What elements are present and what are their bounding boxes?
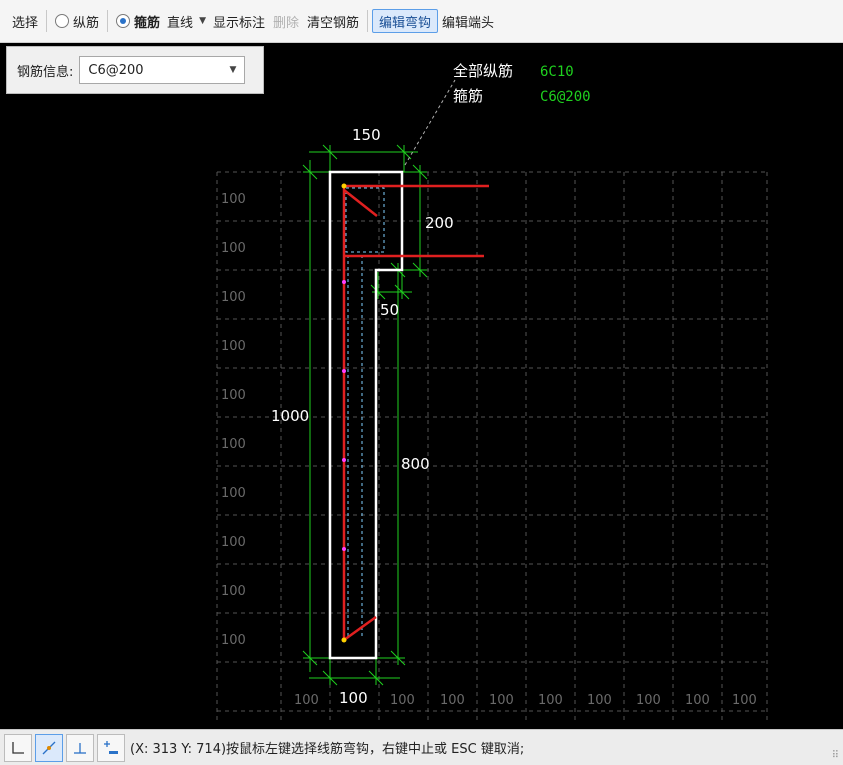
- legend-long-value: 6C10: [540, 64, 574, 80]
- line-type-value: 直线: [167, 15, 194, 31]
- ortho-icon: [12, 741, 24, 754]
- grid-label-col: 100: [636, 693, 661, 708]
- grid-label-row: 100: [221, 241, 246, 256]
- dim-step-text: 50: [380, 301, 399, 319]
- rebar-info-dropdown[interactable]: C6@200 ▼: [79, 56, 246, 84]
- longitudinal-label: 纵筋: [73, 15, 100, 31]
- point-snap-icon: [104, 740, 118, 754]
- grid-labels: 100 100 100 100 100 100 100 100 100 100 100 100 100 1…: [221, 192, 757, 708]
- grid-label-col: 100: [390, 693, 415, 708]
- toolbar-separator: [367, 10, 369, 32]
- section-outline: [328, 170, 404, 660]
- leader-line: [404, 79, 456, 166]
- grid-label-col: 100: [538, 693, 563, 708]
- grid-label-row: 100: [221, 535, 246, 550]
- grid-label-row: 100: [221, 339, 246, 354]
- dim-left-text: 1000: [271, 407, 309, 425]
- grid-label-row: 100: [221, 437, 246, 452]
- line-type-dropdown[interactable]: 直线 ▼: [164, 7, 209, 35]
- rebar-hook-top: [343, 189, 378, 217]
- longitudinal-radio[interactable]: 纵筋: [51, 8, 103, 34]
- dimension-lines: [302, 144, 428, 686]
- legend-stir-label: 箍筋: [453, 87, 483, 105]
- grid-label-row: 100: [221, 388, 246, 403]
- stirrup-radio[interactable]: 箍筋: [112, 8, 164, 34]
- delete-label: 删除: [273, 15, 300, 31]
- radio-unchecked-icon: [55, 14, 70, 28]
- grid-label-row: 100: [221, 192, 246, 207]
- section-drawing: 100 100 100 100 100 100 100 100 100 100 100 100 100 1…: [216, 62, 768, 720]
- grid-label-col: 100: [685, 693, 710, 708]
- select-label: 选择: [12, 15, 39, 31]
- chevron-down-icon: ▼: [229, 65, 237, 75]
- grid-label-col: 100: [294, 693, 319, 708]
- clear-rebar-label: 清空钢筋: [307, 15, 360, 31]
- background-grid: [216, 171, 768, 720]
- show-dims-button[interactable]: 显示标注: [209, 8, 269, 34]
- resize-grip-icon[interactable]: ⠿: [832, 750, 839, 761]
- grid-label-row: 100: [221, 584, 246, 599]
- grid-label-col: 100: [440, 693, 465, 708]
- grid-label-col: 100: [587, 693, 612, 708]
- dim-top-text: 150: [352, 126, 381, 144]
- edit-hook-button[interactable]: 编辑弯钩: [372, 9, 439, 33]
- grid-label-row: 100: [221, 290, 246, 305]
- perpendicular-icon: [74, 742, 86, 754]
- point-snap-button[interactable]: [97, 733, 125, 762]
- rebar-info-label: 钢筋信息:: [17, 64, 74, 80]
- edit-hook-label: 编辑弯钩: [379, 15, 432, 31]
- grid-label-row: 100: [221, 486, 246, 501]
- radio-checked-icon: [116, 14, 131, 28]
- stirrup-label: 箍筋: [134, 15, 161, 31]
- rebar-info-panel: 钢筋信息: C6@200 ▼: [6, 46, 264, 94]
- status-bar: (X: 313 Y: 714)按鼠标左键选择线筋弯钩，右键中止或 ESC 键取消…: [0, 729, 843, 765]
- rebar-legend: 全部纵筋 6C10 箍筋 C6@200: [453, 62, 591, 105]
- perpendicular-button[interactable]: [66, 733, 94, 762]
- chevron-down-icon: ▼: [199, 16, 206, 26]
- status-text: (X: 313 Y: 714)按鼠标左键选择线筋弯钩，右键中止或 ESC 键取消…: [130, 742, 525, 757]
- rebar-hook-bottom: [343, 615, 377, 642]
- ortho-mode-button[interactable]: [4, 733, 32, 762]
- rebar-lines: [342, 184, 489, 642]
- grid-label-row: 100: [221, 633, 246, 648]
- dim-right-upper-text: 200: [425, 214, 454, 232]
- grid-label-col: 100: [489, 693, 514, 708]
- dim-right-lower-text: 800: [401, 455, 430, 473]
- clear-rebar-button[interactable]: 清空钢筋: [303, 8, 363, 34]
- drawing-canvas[interactable]: 100 100 100 100 100 100 100 100 100 100 100 100 100 1…: [0, 43, 843, 729]
- edit-end-label: 编辑端头: [442, 15, 495, 31]
- rebar-info-value: C6@200: [88, 62, 144, 78]
- delete-button[interactable]: 删除: [269, 8, 303, 34]
- snap-line-icon: [42, 741, 56, 754]
- select-button[interactable]: 选择: [8, 8, 42, 34]
- grid-label-col: 100: [732, 693, 757, 708]
- edit-end-button[interactable]: 编辑端头: [438, 8, 498, 34]
- toolbar: 选择 纵筋 箍筋 直线 ▼ 显示标注 删除 清空钢筋 编辑弯钩 编辑端头: [0, 0, 843, 43]
- snap-line-button[interactable]: [35, 733, 63, 762]
- dim-bottom-text: 100: [339, 689, 368, 707]
- legend-stir-value: C6@200: [540, 89, 591, 105]
- toolbar-separator: [46, 10, 48, 32]
- toolbar-separator: [107, 10, 109, 32]
- show-dims-label: 显示标注: [212, 15, 265, 31]
- legend-long-label: 全部纵筋: [453, 62, 513, 80]
